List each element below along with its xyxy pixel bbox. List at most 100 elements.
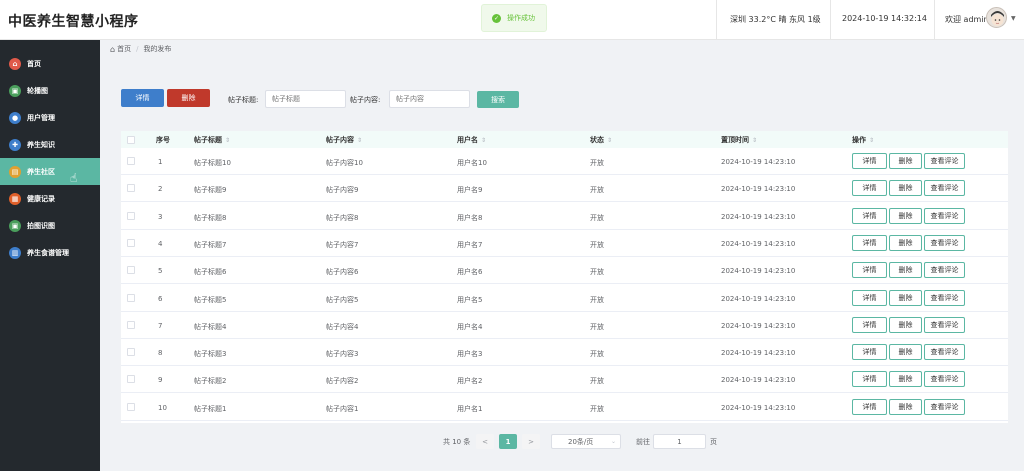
row-view-comments-button[interactable]: 查看评论	[924, 234, 965, 251]
sort-icon[interactable]: ⇕	[481, 137, 486, 144]
sidebar-item-4[interactable]: ▤ 养生社区	[0, 158, 100, 185]
row-delete-button[interactable]: 删除	[889, 371, 922, 388]
sidebar-item-label: 健康记录	[27, 194, 55, 203]
row-delete-button[interactable]: 删除	[889, 180, 922, 197]
row-detail-button[interactable]: 详情	[852, 371, 887, 388]
row-view-comments-button[interactable]: 查看评论	[924, 316, 965, 333]
success-toast: ✓ 操作成功	[481, 4, 547, 32]
title-filter-label: 帖子标题:	[228, 96, 259, 104]
sidebar-item-1[interactable]: ▣ 轮播图	[0, 77, 100, 104]
row-detail-button[interactable]: 详情	[852, 153, 887, 169]
row-delete-button[interactable]: 删除	[889, 344, 922, 361]
row-detail-button[interactable]: 详情	[852, 344, 887, 361]
column-header-title[interactable]: 帖子标题 ⇕	[194, 135, 230, 145]
cell-title: 帖子标题3	[194, 350, 227, 359]
cell-no: 2	[158, 185, 163, 194]
row-detail-button[interactable]: 详情	[852, 207, 887, 224]
row-view-comments-button[interactable]: 查看评论	[924, 371, 965, 388]
cell-user: 用户名7	[457, 240, 483, 249]
sidebar-item-2[interactable]: ● 用户管理	[0, 104, 100, 131]
prev-page-button[interactable]: <	[476, 434, 494, 449]
row-delete-button[interactable]: 删除	[889, 262, 922, 279]
cell-content: 帖子内容3	[326, 350, 359, 359]
column-header-status[interactable]: 状态 ⇕	[590, 135, 612, 145]
row-checkbox[interactable]	[127, 211, 135, 220]
next-page-button[interactable]: >	[522, 434, 540, 449]
row-checkbox[interactable]	[127, 157, 135, 165]
chevron-down-icon[interactable]: ▼	[1011, 15, 1016, 22]
detail-button[interactable]: 详情	[121, 89, 164, 107]
row-checkbox[interactable]	[127, 375, 135, 384]
row-view-comments-button[interactable]: 查看评论	[924, 289, 965, 306]
health-record-icon: ▦	[9, 192, 21, 205]
user-avatar[interactable]	[986, 7, 1007, 28]
sort-icon[interactable]: ⇕	[752, 137, 757, 144]
row-detail-button[interactable]: 详情	[852, 398, 887, 415]
sidebar-item-7[interactable]: ▥ 养生食谱管理	[0, 239, 100, 266]
page-size-select[interactable]: 20条/页 ⌄	[551, 434, 621, 449]
cell-status: 开放	[590, 268, 604, 277]
row-detail-button[interactable]: 详情	[852, 180, 887, 197]
cell-title: 帖子标题9	[194, 186, 227, 195]
sidebar: ⌂ 首页 ▣ 轮播图 ● 用户管理 ✚ 养生知识 ▤ 养生社区 ▦ 健康记录 ▣ 拍图识图 ▥ 养生食谱管理	[0, 40, 100, 471]
sidebar-item-label: 首页	[27, 59, 41, 68]
row-checkbox[interactable]	[127, 293, 135, 302]
row-checkbox[interactable]	[127, 266, 135, 275]
table-row: 4 帖子标题7 帖子内容7 用户名7 开放 2024-10-19 14:23:10 详情 删除…	[121, 230, 1008, 257]
row-checkbox[interactable]	[127, 402, 135, 411]
row-detail-button[interactable]: 详情	[852, 316, 887, 333]
sidebar-item-label: 养生社区	[27, 167, 55, 176]
row-delete-button[interactable]: 删除	[889, 289, 922, 306]
row-view-comments-button[interactable]: 查看评论	[924, 153, 965, 169]
row-view-comments-button[interactable]: 查看评论	[924, 344, 965, 361]
column-header-time[interactable]: 置顶时间 ⇕	[721, 135, 757, 145]
sort-icon[interactable]: ⇕	[869, 137, 874, 144]
select-all-checkbox[interactable]	[127, 136, 135, 144]
row-view-comments-button[interactable]: 查看评论	[924, 180, 965, 197]
row-delete-button[interactable]: 删除	[889, 316, 922, 333]
sort-icon[interactable]: ⇕	[607, 137, 612, 144]
page-1-button[interactable]: 1	[499, 434, 517, 449]
sidebar-item-6[interactable]: ▣ 拍图识图	[0, 212, 100, 239]
row-checkbox[interactable]	[127, 184, 135, 193]
cell-status: 开放	[590, 159, 604, 167]
column-header-content[interactable]: 帖子内容 ⇕	[326, 135, 362, 145]
row-view-comments-button[interactable]: 查看评论	[924, 207, 965, 224]
sidebar-item-0[interactable]: ⌂ 首页	[0, 50, 100, 77]
column-header-no: 序号	[156, 136, 170, 144]
row-delete-button[interactable]: 删除	[889, 398, 922, 415]
sidebar-item-5[interactable]: ▦ 健康记录	[0, 185, 100, 212]
sort-icon[interactable]: ⇕	[357, 137, 362, 144]
cell-no: 7	[158, 321, 163, 330]
title-filter-input[interactable]	[265, 90, 346, 108]
content-filter-input[interactable]	[389, 90, 470, 108]
column-header-user[interactable]: 用户名 ⇕	[457, 135, 486, 145]
sidebar-item-3[interactable]: ✚ 养生知识	[0, 131, 100, 158]
sort-icon[interactable]: ⇕	[225, 137, 230, 144]
table-row: 5 帖子标题6 帖子内容6 用户名6 开放 2024-10-19 14:23:10 详情 删除…	[121, 257, 1008, 285]
row-checkbox[interactable]	[127, 320, 135, 329]
row-delete-button[interactable]: 删除	[889, 207, 922, 224]
row-checkbox[interactable]	[127, 348, 135, 357]
table-row: 2 帖子标题9 帖子内容9 用户名9 开放 2024-10-19 14:23:10 详情 删除…	[121, 175, 1008, 203]
cell-no: 4	[158, 239, 163, 248]
row-delete-button[interactable]: 删除	[889, 234, 922, 251]
cell-no: 5	[158, 267, 163, 276]
search-button[interactable]: 搜索	[477, 91, 519, 108]
breadcrumb-home[interactable]: 首页	[117, 44, 131, 54]
header-divider	[830, 0, 831, 40]
cell-status: 开放	[590, 322, 604, 331]
row-delete-button[interactable]: 删除	[889, 153, 922, 169]
row-checkbox[interactable]	[127, 238, 135, 247]
goto-page-input[interactable]	[653, 434, 706, 449]
row-view-comments-button[interactable]: 查看评论	[924, 262, 965, 279]
app-title: 中医养生智慧小程序	[8, 14, 139, 30]
row-detail-button[interactable]: 详情	[852, 234, 887, 251]
cell-user: 用户名8	[457, 213, 483, 222]
delete-button[interactable]: 删除	[167, 89, 210, 107]
row-detail-button[interactable]: 详情	[852, 289, 887, 306]
home-outline-icon: ⌂	[110, 44, 116, 54]
row-view-comments-button[interactable]: 查看评论	[924, 398, 965, 415]
row-detail-button[interactable]: 详情	[852, 262, 887, 279]
table-row: 9 帖子标题2 帖子内容2 用户名2 开放 2024-10-19 14:23:10 详情 删除…	[121, 366, 1008, 394]
